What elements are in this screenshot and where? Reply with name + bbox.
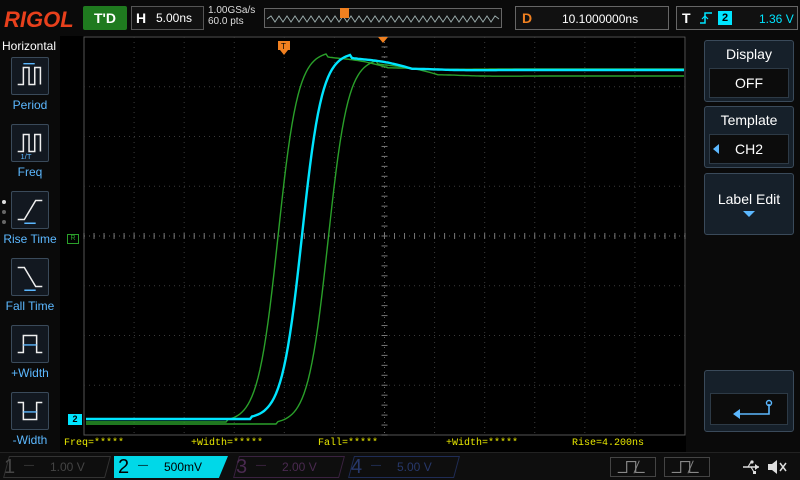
channel-coupling: — [24,460,34,471]
return-button-inner [710,393,788,425]
grid-lines [83,36,686,436]
delay-value: 10.1000000ns [562,12,639,26]
template-title: Template [720,112,778,128]
menu-item-fall-time[interactable]: Fall Time [0,258,60,324]
menu-item-label: Fall Time [5,299,55,313]
display-button[interactable]: Display OFF [704,40,794,102]
reference-icon[interactable] [664,457,710,477]
channel-scale: 500mV [164,460,203,474]
trigger-source-badge: 2 [718,11,732,25]
arrow-down-icon [743,211,755,217]
rising-edge-icon [700,12,712,24]
waveform-display[interactable]: T R T 2 [60,36,703,436]
timebase-label: H [136,10,147,26]
mask-menu: Display OFF Template CH2 Label Edit [686,36,800,452]
menu-item-rise-time[interactable]: Rise Time [0,191,60,257]
svg-text:1/T: 1/T [21,152,32,161]
menu-item-positive-width[interactable]: +Width [0,325,60,391]
label-edit-title: Label Edit [717,191,781,207]
measurement-fall: Fall=***** [318,438,379,449]
waveform-grid [83,36,686,436]
menu-item-label: +Width [11,366,49,380]
channel-scale: 1.00 V [50,460,85,474]
channel-coupling: — [138,460,148,471]
trigger-level-value: 1.36 V [759,12,794,26]
menu-item-label: Rise Time [3,232,57,246]
channel-2-button[interactable]: 2 — 500mV [114,456,228,478]
label-edit-button[interactable]: Label Edit [704,173,794,235]
measurement-positive-width: +Width=***** [191,438,264,449]
template-value-box: CH2 [709,134,789,164]
measurement-rise: Rise=4.200ns [572,438,645,449]
trigger-position-marker-text: T [281,42,286,51]
channel-coupling: — [256,460,266,471]
run-status-badge[interactable]: T'D [83,6,127,30]
channel-3-button[interactable]: 3 — 2.00 V [232,456,346,478]
delay-label: D [522,10,533,26]
sample-rate: 1.00GSa/s [208,5,256,16]
arrow-left-icon [713,144,719,154]
template-value: CH2 [734,141,763,157]
template-button[interactable]: Template CH2 [704,106,794,168]
channel-scale: 5.00 V [397,460,432,474]
measurement-positive-width-2: +Width=***** [446,438,519,449]
trigger-position-arrow-icon: T [278,41,290,55]
trigger-box[interactable]: T 2 1.36 V [676,6,798,30]
timebase-value: 5.00ns [156,11,193,25]
center-marker-icon [378,37,388,43]
channel-number: 2 [118,456,130,478]
memory-overview[interactable] [264,8,502,28]
trigger-position-marker [340,8,349,18]
channel-number: 1 [4,456,16,478]
channel-bar: 1 — 1.00 V 2 — 500mV 3 — 2.00 V 4 — 5.00… [0,452,800,480]
channel-4-button[interactable]: 4 — 5.00 V [347,456,461,478]
trigger-label: T [682,10,691,26]
menu-item-period[interactable]: Period [0,57,60,123]
acquisition-info: 1.00GSa/s 60.0 pts [208,5,255,27]
channel-coupling: — [371,460,381,471]
return-button[interactable] [704,370,794,432]
menu-item-negative-width[interactable]: -Width [0,392,60,458]
menu-item-label: Period [12,98,48,112]
display-title: Display [726,46,772,62]
channel-number: 3 [236,456,248,478]
menu-title: Horizontal [2,39,57,53]
measurement-bar: Freq=***** +Width=***** Fall=***** +Widt… [60,436,686,452]
usb-icon [743,460,759,474]
period-icon [11,57,49,95]
fall-time-icon [11,258,49,296]
delay-box[interactable]: D 10.1000000ns [515,6,669,30]
memory-depth: 60.0 pts [208,16,244,27]
menu-item-label: -Width [12,433,48,447]
timebase-box[interactable]: H 5.00ns [131,6,204,30]
math-icon[interactable] [610,457,656,477]
freq-icon: 1/T [11,124,49,162]
rise-time-icon [11,191,49,229]
horizontal-measure-menu: Horizontal Period 1/T Freq Rise Time Fal… [0,36,60,452]
rigol-logo: RIGOL [4,7,74,32]
speaker-mute-icon[interactable] [766,458,788,476]
channel-number: 4 [351,456,363,478]
channel-2-offset-marker[interactable]: 2 [68,414,82,425]
channel-1-button[interactable]: 1 — 1.00 V [0,456,114,478]
mask-marker: R [67,234,79,244]
return-icon [733,399,773,419]
channel-scale: 2.00 V [282,460,317,474]
menu-item-freq[interactable]: 1/T Freq [0,124,60,190]
memory-waveform-icon [266,15,500,23]
measurement-freq: Freq=***** [64,438,125,449]
negative-width-icon [11,392,49,430]
menu-item-label: Freq [17,165,43,179]
display-value: OFF [709,68,789,98]
positive-width-icon [11,325,49,363]
status-bar: RIGOL T'D H 5.00ns 1.00GSa/s 60.0 pts D … [0,0,800,36]
